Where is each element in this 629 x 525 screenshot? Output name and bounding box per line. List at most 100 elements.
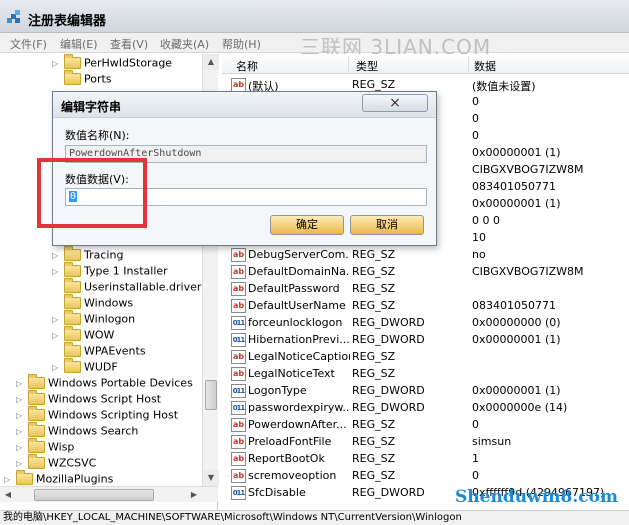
value-type: REG_SZ bbox=[352, 350, 396, 363]
column-separator[interactable] bbox=[348, 56, 349, 72]
value-data: 0x00000000 (0) bbox=[472, 316, 561, 329]
value-data: 0 bbox=[472, 129, 479, 142]
tree-node[interactable]: ▷ WOW bbox=[52, 326, 114, 344]
column-separator[interactable] bbox=[468, 56, 469, 72]
menu-help[interactable]: 帮助(H) bbox=[222, 36, 261, 52]
value-data: 0x00000001 (1) bbox=[472, 333, 561, 346]
value-name: DefaultUserName bbox=[248, 299, 346, 312]
registry-value-row[interactable]: ab DefaultDomainNa... REG_SZ CIBGXVBOG7IZW8… bbox=[222, 264, 629, 281]
binary-value-icon: 011 bbox=[231, 316, 246, 330]
tree-node[interactable]: ▷ Windows Portable Devices bbox=[16, 374, 193, 392]
title-bar: 注册表编辑器 bbox=[0, 0, 629, 33]
tree-node[interactable]: ▷ Windows Scripting Host bbox=[16, 406, 178, 424]
binary-value-icon: 011 bbox=[231, 486, 246, 500]
expand-arrow-icon[interactable]: ▷ bbox=[52, 331, 60, 340]
tree-node[interactable]: ▷ Windows Script Host bbox=[16, 390, 161, 408]
value-name: PreloadFontFile bbox=[248, 435, 332, 448]
string-value-icon: ab bbox=[231, 248, 246, 262]
scroll-up-icon[interactable]: ▲ bbox=[203, 54, 219, 70]
folder-icon bbox=[28, 438, 45, 453]
binary-value-icon: 011 bbox=[231, 401, 246, 415]
value-data: 0x00000001 (1) bbox=[472, 384, 561, 397]
tree-node-label: PerHwIdStorage bbox=[84, 56, 173, 70]
value-data: 0x00000001 (1) bbox=[472, 146, 561, 159]
value-name: DefaultPassword bbox=[248, 282, 340, 295]
registry-value-row[interactable]: 011 passwordexpiryw... REG_DWORD 0x0000000e… bbox=[222, 400, 629, 417]
column-type-header[interactable]: 类型 bbox=[356, 58, 378, 74]
value-type: REG_SZ bbox=[352, 78, 396, 91]
close-icon[interactable]: × bbox=[362, 94, 428, 112]
folder-icon bbox=[64, 54, 81, 69]
string-value-icon: ab bbox=[231, 367, 246, 381]
expand-arrow-icon[interactable]: ▷ bbox=[16, 379, 24, 388]
tree-node[interactable]: ▷ Tracing bbox=[52, 246, 123, 264]
tree-node[interactable]: ▷ WZCSVC bbox=[16, 454, 96, 472]
menu-view[interactable]: 查看(V) bbox=[110, 36, 148, 52]
value-type: REG_DWORD bbox=[352, 333, 425, 346]
value-type: REG_DWORD bbox=[352, 486, 425, 499]
folder-icon bbox=[28, 454, 45, 469]
site-logo: Shenduwin8.com bbox=[455, 487, 618, 507]
string-value-icon: ab bbox=[231, 418, 246, 432]
registry-value-row[interactable]: ab LegalNoticeText REG_SZ bbox=[222, 366, 629, 383]
expand-arrow-icon[interactable]: ▷ bbox=[52, 315, 60, 324]
folder-icon bbox=[64, 342, 81, 357]
tree-horizontal-scrollbar[interactable]: ◀ ▶ bbox=[0, 486, 218, 502]
registry-value-row[interactable]: ab LegalNoticeCaption REG_SZ bbox=[222, 349, 629, 366]
value-name: LogonType bbox=[248, 384, 307, 397]
value-data: 0x0000000e (14) bbox=[472, 401, 568, 414]
expand-arrow-icon[interactable]: ▷ bbox=[52, 267, 60, 276]
folder-icon bbox=[64, 310, 81, 325]
value-data: 0x00000001 (1) bbox=[472, 197, 561, 210]
menu-favorites[interactable]: 收藏夹(A) bbox=[160, 36, 209, 52]
scroll-down-icon[interactable]: ▼ bbox=[203, 470, 219, 486]
value-data: simsun bbox=[472, 435, 512, 448]
registry-value-row[interactable]: ab DefaultPassword REG_SZ bbox=[222, 281, 629, 298]
string-value-icon: ab bbox=[231, 78, 246, 92]
folder-icon bbox=[28, 374, 45, 389]
menu-file[interactable]: 文件(F) bbox=[10, 36, 47, 52]
scroll-thumb-horizontal[interactable] bbox=[34, 489, 154, 501]
registry-value-row[interactable]: ab PreloadFontFile REG_SZ simsun bbox=[222, 434, 629, 451]
expand-arrow-icon[interactable]: ▷ bbox=[16, 395, 24, 404]
value-data: 0 bbox=[472, 112, 479, 125]
expand-arrow-icon[interactable]: ▷ bbox=[52, 363, 60, 372]
value-name: DebugServerCom... bbox=[248, 248, 350, 261]
tree-node[interactable]: ▷ WUDF bbox=[52, 358, 118, 376]
value-name: scremoveoption bbox=[248, 469, 337, 482]
expand-arrow-icon[interactable]: ▷ bbox=[4, 475, 12, 484]
tree-node[interactable]: ▷ Wisp bbox=[16, 438, 74, 456]
value-data: 083401050771 bbox=[472, 299, 556, 312]
registry-value-row[interactable]: ab DefaultUserName REG_SZ 083401050771 bbox=[222, 298, 629, 315]
expand-arrow-icon[interactable]: ▷ bbox=[16, 411, 24, 420]
expand-arrow-icon[interactable]: ▷ bbox=[52, 251, 60, 260]
expand-arrow-icon[interactable]: ▷ bbox=[16, 443, 24, 452]
scroll-right-icon[interactable]: ▶ bbox=[186, 487, 202, 503]
scroll-thumb[interactable] bbox=[205, 380, 217, 410]
status-bar: 我的电脑\HKEY_LOCAL_MACHINE\SOFTWARE\Microso… bbox=[0, 510, 629, 525]
registry-value-row[interactable]: ab ReportBootOk REG_SZ 1 bbox=[222, 451, 629, 468]
tree-node[interactable]: Userinstallable.drivers bbox=[52, 278, 207, 296]
column-name-header[interactable]: 名称 bbox=[236, 58, 258, 74]
value-data: 1 bbox=[472, 452, 479, 465]
tree-node[interactable]: Ports bbox=[52, 70, 112, 88]
tree-node-label: Type 1 Installer bbox=[84, 264, 168, 278]
value-type: REG_DWORD bbox=[352, 401, 425, 414]
tree-node-label: Windows bbox=[84, 296, 134, 310]
menu-edit[interactable]: 编辑(E) bbox=[60, 36, 98, 52]
column-data-header[interactable]: 数据 bbox=[474, 58, 496, 74]
folder-icon bbox=[28, 422, 45, 437]
expand-arrow-icon[interactable]: ▷ bbox=[16, 427, 24, 436]
registry-value-row[interactable]: ab scremoveoption REG_SZ 0 bbox=[222, 468, 629, 485]
scroll-left-icon[interactable]: ◀ bbox=[0, 487, 16, 503]
folder-icon bbox=[64, 326, 81, 341]
registry-value-row[interactable]: 011 HibernationPrevi... REG_DWORD 0x0000000… bbox=[222, 332, 629, 349]
registry-value-row[interactable]: 011 LogonType REG_DWORD 0x00000001 (1) bbox=[222, 383, 629, 400]
cancel-button[interactable]: 取消 bbox=[350, 215, 424, 235]
registry-value-row[interactable]: ab DebugServerCom... REG_SZ no bbox=[222, 247, 629, 264]
expand-arrow-icon[interactable]: ▷ bbox=[52, 59, 60, 68]
expand-arrow-icon[interactable]: ▷ bbox=[16, 459, 24, 468]
registry-value-row[interactable]: 011 forceunlocklogon REG_DWORD 0x00000000 (… bbox=[222, 315, 629, 332]
ok-button[interactable]: 确定 bbox=[270, 215, 344, 235]
registry-value-row[interactable]: ab PowerdownAfter... REG_SZ 0 bbox=[222, 417, 629, 434]
